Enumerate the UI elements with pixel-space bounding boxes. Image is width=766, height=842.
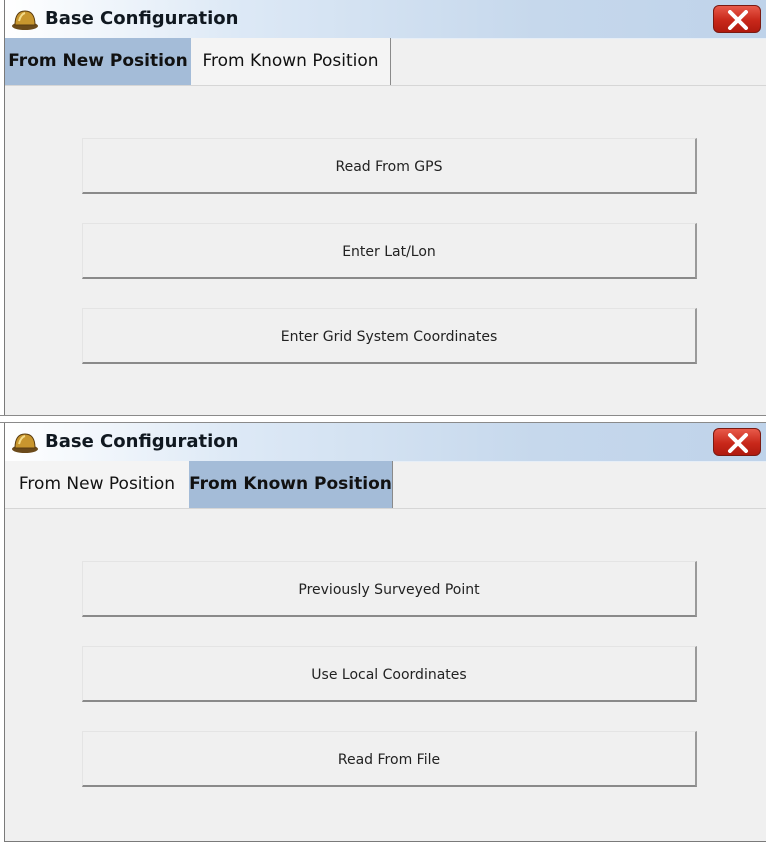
enter-grid-system-coordinates-button[interactable]: Enter Grid System Coordinates xyxy=(82,308,697,364)
read-from-file-button[interactable]: Read From File xyxy=(82,731,697,787)
title-bar: Base Configuration xyxy=(5,0,766,39)
previously-surveyed-point-button[interactable]: Previously Surveyed Point xyxy=(82,561,697,617)
tab-from-known-position[interactable]: From Known Position xyxy=(189,461,393,508)
tab-from-new-position[interactable]: From New Position xyxy=(5,38,191,85)
close-button[interactable] xyxy=(713,428,761,456)
window-separator xyxy=(0,415,766,423)
tab-from-known-position[interactable]: From Known Position xyxy=(191,38,391,85)
enter-lat-lon-button[interactable]: Enter Lat/Lon xyxy=(82,223,697,279)
use-local-coordinates-button[interactable]: Use Local Coordinates xyxy=(82,646,697,702)
window-title: Base Configuration xyxy=(45,8,239,29)
close-x-icon xyxy=(728,10,748,30)
tab-bar: From New Position From Known Position xyxy=(5,461,766,509)
top-window: Base Configuration From New Position Fro… xyxy=(4,0,766,415)
read-from-gps-button[interactable]: Read From GPS xyxy=(82,138,697,194)
title-bar: Base Configuration xyxy=(5,423,766,462)
close-button[interactable] xyxy=(713,5,761,33)
window-title: Base Configuration xyxy=(45,431,239,452)
bottom-window: Base Configuration From New Position Fro… xyxy=(4,423,766,842)
hard-hat-icon xyxy=(12,433,38,453)
hard-hat-icon xyxy=(12,10,38,30)
close-x-icon xyxy=(728,433,748,453)
tab-from-new-position[interactable]: From New Position xyxy=(5,461,189,508)
tab-bar: From New Position From Known Position xyxy=(5,38,766,86)
